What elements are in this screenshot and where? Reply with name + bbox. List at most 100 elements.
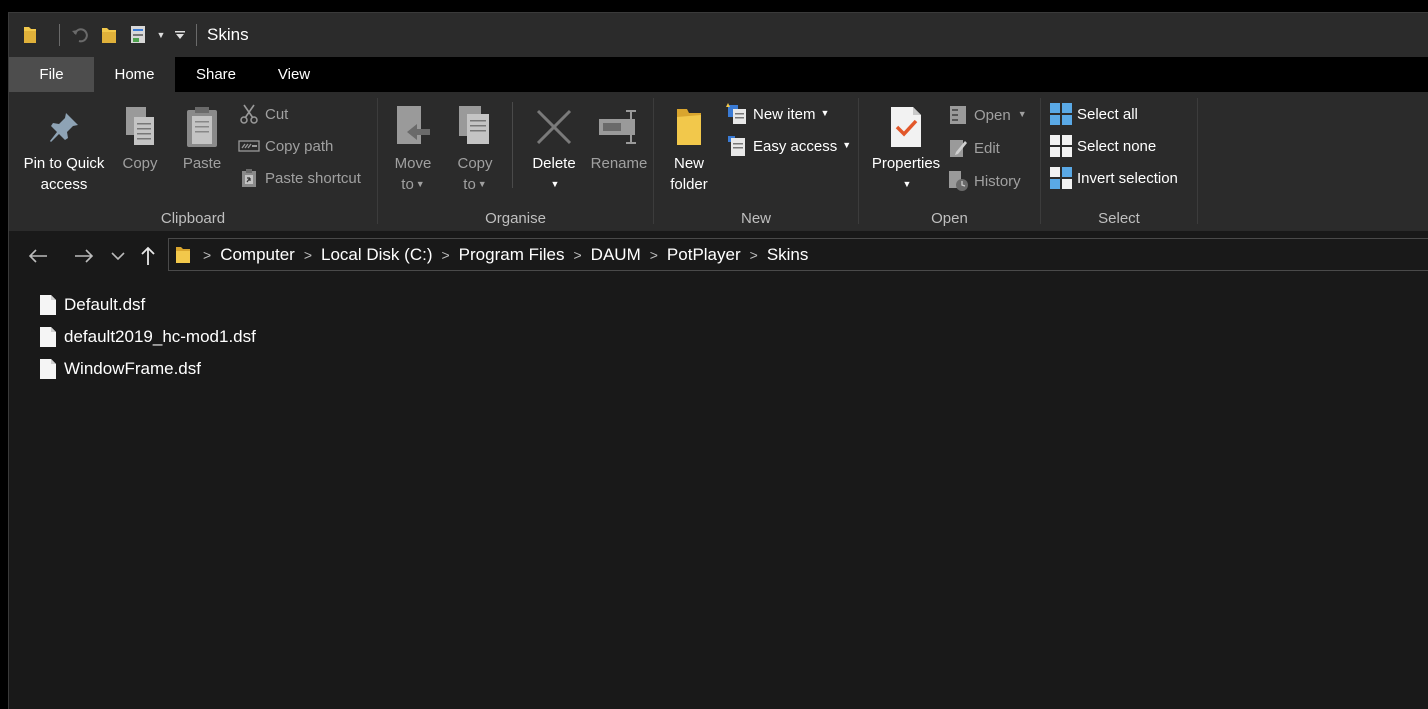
delete-button[interactable]: Delete ▼ [523, 102, 585, 195]
copy-to-label-line1: Copy [457, 155, 493, 172]
delete-icon [532, 102, 576, 152]
copy-path-button[interactable]: Copy path [238, 133, 333, 159]
list-item[interactable]: default2019_hc-mod1.dsf [39, 323, 256, 351]
ribbon: Pin to Quick access Copy Paste Cut Copy … [9, 92, 1428, 231]
chevron-down-icon: ▼ [477, 179, 487, 189]
breadcrumb-item[interactable]: Skins [767, 245, 809, 265]
clipboard-group-label: Clipboard [160, 210, 226, 227]
explorer-window: ▼ Skins File Home Share View Pin to Quic… [8, 12, 1428, 709]
chevron-down-icon: ▼ [842, 140, 852, 150]
select-all-icon [1050, 103, 1072, 125]
history-icon [947, 170, 969, 192]
invert-selection-button[interactable]: Invert selection [1050, 165, 1178, 191]
edit-button[interactable]: Edit [947, 135, 1000, 161]
rename-icon [597, 102, 641, 152]
edit-icon [947, 137, 969, 159]
folder-icon [175, 245, 191, 265]
chevron-down-icon: ▼ [820, 108, 830, 118]
chevron-down-icon: ▼ [902, 179, 912, 189]
new-item-icon [726, 103, 748, 125]
open-label: Open [974, 106, 1011, 124]
recent-locations-chevron-icon[interactable] [108, 241, 128, 271]
properties-quick-icon[interactable] [126, 13, 152, 57]
list-item[interactable]: WindowFrame.dsf [39, 355, 201, 383]
select-none-button[interactable]: Select none [1050, 133, 1156, 159]
new-folder-button[interactable]: New folder [664, 102, 714, 195]
rename-button[interactable]: Rename [588, 102, 650, 174]
group-divider [1197, 98, 1198, 224]
breadcrumb-item[interactable]: Computer [220, 245, 295, 265]
new-folder-quick-icon[interactable] [92, 13, 126, 57]
breadcrumb-chevron-icon[interactable]: > [650, 247, 658, 263]
edit-label: Edit [974, 139, 1000, 157]
breadcrumb-chevron-icon[interactable]: > [750, 247, 758, 263]
copy-to-label-line2: to [463, 176, 476, 193]
chevron-down-icon[interactable]: ▼ [152, 13, 170, 57]
tab-home[interactable]: Home [94, 57, 175, 92]
pin-to-quick-access-button[interactable]: Pin to Quick access [19, 102, 109, 195]
file-name: Default.dsf [64, 295, 146, 314]
rename-label: Rename [590, 155, 648, 172]
cut-button[interactable]: Cut [238, 101, 288, 127]
list-item[interactable]: Default.dsf [39, 291, 145, 319]
breadcrumb-chevron-icon[interactable]: > [203, 247, 211, 263]
paste-label: Paste [182, 155, 222, 172]
folder-app-icon[interactable] [9, 13, 51, 57]
paste-shortcut-button[interactable]: Paste shortcut [238, 165, 361, 191]
breadcrumb-item[interactable]: DAUM [591, 245, 641, 265]
up-arrow-icon[interactable] [136, 241, 160, 271]
breadcrumb-item[interactable]: Local Disk (C:) [321, 245, 432, 265]
undo-icon[interactable] [68, 13, 92, 57]
copy-button[interactable]: Copy [115, 102, 165, 174]
copy-to-icon [453, 102, 497, 152]
tab-view[interactable]: View [257, 57, 331, 92]
window-title: Skins [207, 25, 249, 44]
select-none-label: Select none [1077, 137, 1157, 155]
easy-access-label: Easy access [753, 137, 838, 155]
copy-to-button[interactable]: Copy to ▼ [448, 102, 502, 197]
move-to-label-line2: to [401, 176, 414, 193]
organise-group-label: Organise [485, 210, 546, 227]
open-button[interactable]: Open ▼ [947, 102, 1027, 128]
paste-shortcut-icon [238, 167, 260, 189]
toolbar-separator [59, 24, 60, 46]
paste-button[interactable]: Paste [177, 102, 227, 174]
breadcrumb-chevron-icon[interactable]: > [304, 247, 312, 263]
address-bar[interactable]: > Computer > Local Disk (C:) > Program F… [168, 238, 1428, 271]
navigation-bar: > Computer > Local Disk (C:) > Program F… [9, 231, 1428, 281]
file-icon [40, 327, 56, 347]
properties-icon [884, 102, 928, 152]
pin-icon [42, 102, 86, 152]
select-all-button[interactable]: Select all [1050, 101, 1138, 127]
properties-button[interactable]: Properties ▼ [865, 102, 947, 195]
file-icon [40, 295, 56, 315]
back-arrow-icon[interactable] [23, 241, 53, 271]
customize-toolbar-icon[interactable] [170, 13, 190, 57]
tab-share[interactable]: Share [175, 57, 257, 92]
easy-access-button[interactable]: Easy access ▼ [726, 133, 851, 159]
history-label: History [974, 172, 1021, 190]
breadcrumb-chevron-icon[interactable]: > [573, 247, 581, 263]
folder-icon [667, 102, 711, 152]
forward-arrow-icon[interactable] [69, 241, 99, 271]
open-group-label: Open [931, 210, 968, 227]
breadcrumb-item[interactable]: Program Files [459, 245, 565, 265]
breadcrumb-chevron-icon[interactable]: > [441, 247, 449, 263]
new-item-label: New item [753, 105, 816, 123]
copy-icon [118, 102, 162, 152]
new-item-button[interactable]: New item ▼ [726, 101, 829, 127]
new-group-label: New [740, 210, 771, 227]
history-button[interactable]: History [947, 168, 1021, 194]
ribbon-tabs: File Home Share View [9, 57, 1428, 92]
tab-file[interactable]: File [9, 57, 94, 92]
easy-access-icon [726, 135, 748, 157]
copy-label: Copy [122, 155, 158, 172]
move-to-button[interactable]: Move to ▼ [386, 102, 440, 197]
move-to-label-line1: Move [394, 155, 432, 172]
select-group-label: Select [1098, 210, 1140, 227]
breadcrumb-item[interactable]: PotPlayer [667, 245, 741, 265]
delete-label: Delete [532, 155, 576, 172]
chevron-down-icon: ▼ [415, 179, 425, 189]
clipboard-group: Pin to Quick access Copy Paste Cut Copy … [9, 92, 377, 231]
select-all-label: Select all [1077, 105, 1138, 123]
